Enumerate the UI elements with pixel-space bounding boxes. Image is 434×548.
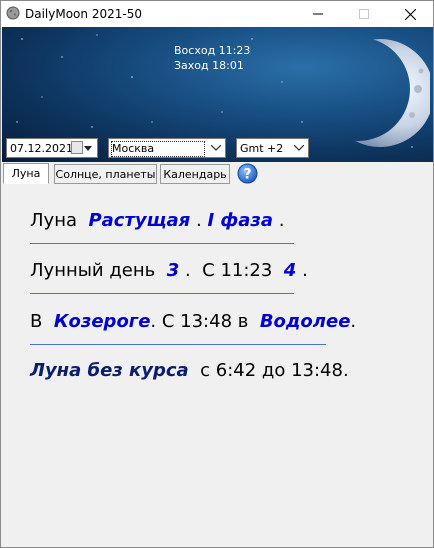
divider [30, 243, 294, 244]
divider [30, 344, 326, 345]
moon-phase: Растущая [88, 210, 191, 231]
city-select[interactable]: Москва [108, 138, 226, 158]
title-bar: DailyMoon 2021-50 [1, 1, 433, 27]
lunar-day-line: Лунный день 3 . С 11:23 4 . [30, 260, 308, 281]
void-of-course-line: Луна без курса с 6:42 до 13:48. [30, 360, 349, 381]
lunar-day-start: С 11:23 [202, 260, 273, 281]
maximize-button[interactable] [341, 1, 387, 27]
moon-quarter: I фаза [207, 210, 274, 231]
moon-phase-line: Луна Растущая . I фаза . [30, 210, 284, 231]
tab-sun-planets[interactable]: Солнце, планеты [54, 164, 157, 184]
maximize-icon [359, 9, 369, 19]
app-window: DailyMoon 2021-50 Восход 11:23 Заход 18:… [0, 0, 434, 548]
moon-tab-content: Луна Растущая . I фаза . Лунный день 3 .… [1, 184, 433, 547]
line-end: . [278, 210, 285, 231]
zodiac-sign-next: Водолее [259, 311, 351, 332]
gmt-value: Gmt +2 [240, 142, 284, 155]
zodiac-sign-current: Козероге [53, 311, 151, 332]
tab-moon[interactable]: Луна [3, 163, 49, 184]
separator: . [195, 210, 202, 231]
line-end: . [350, 311, 357, 332]
divider [30, 293, 294, 294]
void-of-course-range: с 6:42 до 13:48. [200, 360, 349, 381]
help-icon[interactable]: ? [237, 163, 258, 184]
city-value: Москва [112, 142, 155, 155]
zodiac-prefix: В [30, 311, 43, 332]
window-title: DailyMoon 2021-50 [25, 7, 142, 21]
chevron-down-icon[interactable] [81, 141, 95, 155]
zodiac-line: В Козероге. С 13:48 в Водолее. [30, 311, 356, 332]
date-field[interactable]: 07.12.2021 [6, 138, 98, 158]
tab-calendar[interactable]: Календарь [160, 164, 230, 184]
next-lunar-day: 4 [283, 260, 297, 281]
close-icon [404, 8, 416, 20]
moon-label: Луна [30, 210, 77, 231]
zodiac-transition-time: . С 13:48 в [150, 311, 249, 332]
minimize-button[interactable] [295, 1, 341, 27]
date-value: 07.12.2021 [10, 142, 73, 155]
chevron-down-icon[interactable] [209, 141, 223, 155]
minimize-icon [313, 13, 323, 15]
close-button[interactable] [387, 1, 433, 27]
moon-app-icon [6, 6, 20, 20]
lunar-day-label: Лунный день [30, 260, 156, 281]
svg-text:?: ? [243, 167, 251, 183]
crescent-moon-image [326, 39, 430, 147]
separator: . [184, 260, 191, 281]
tab-bar: Луна Солнце, планеты Календарь [1, 162, 433, 184]
chevron-down-icon[interactable] [292, 141, 306, 155]
sunrise-time: Восход 11:23 [174, 44, 251, 57]
sunset-time: Заход 18:01 [174, 59, 244, 72]
line-end: . [302, 260, 308, 281]
void-of-course-label: Луна без курса [30, 360, 189, 381]
gmt-select[interactable]: Gmt +2 [236, 138, 309, 158]
sun-times: Восход 11:23 Заход 18:01 [174, 43, 250, 73]
lunar-day-number: 3 [166, 260, 180, 281]
moon-banner: Восход 11:23 Заход 18:01 07.12.2021 Моск… [2, 27, 433, 162]
